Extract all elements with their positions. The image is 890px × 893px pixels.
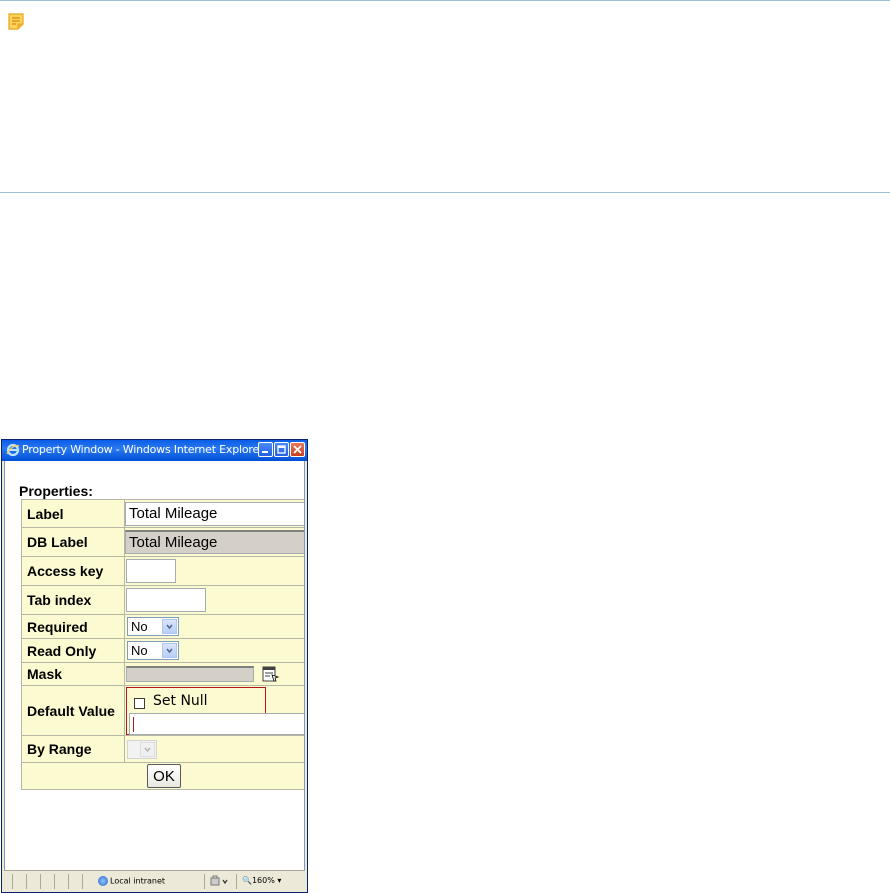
by-range-row-label: By Range: [21, 735, 125, 763]
mask-row-label: Mask: [21, 662, 125, 686]
security-zone: Local intranet: [98, 876, 165, 886]
minimize-button[interactable]: [258, 442, 273, 457]
default-value-input[interactable]: [129, 712, 304, 735]
read-only-cell: No: [124, 638, 304, 663]
tab-index-row-label: Tab index: [21, 585, 125, 615]
status-divider: [82, 874, 83, 889]
access-key-input[interactable]: [126, 559, 176, 583]
ie-logo-icon: [6, 443, 20, 457]
label-cell: [124, 499, 304, 528]
chevron-down-icon: [140, 741, 155, 757]
protected-mode-icon[interactable]: [210, 875, 230, 887]
required-select-value: No: [131, 619, 148, 634]
status-divider: [12, 874, 13, 889]
access-key-cell: [124, 556, 304, 586]
properties-heading: Properties:: [19, 483, 93, 499]
table-row: Access key: [21, 556, 304, 586]
default-value-cell: Set Null: [124, 685, 304, 736]
window-title: Property Window - Windows Internet Explo…: [22, 443, 264, 456]
window-titlebar[interactable]: Property Window - Windows Internet Explo…: [2, 440, 307, 461]
zoom-level: 160%: [251, 876, 275, 885]
ok-button[interactable]: OK: [147, 764, 181, 788]
default-value-row-label: Default Value: [21, 685, 125, 736]
zoom-control[interactable]: 🔍160% ▾: [242, 876, 281, 885]
note-icon: [8, 13, 24, 30]
table-row: Required No: [21, 614, 304, 639]
property-window: Property Window - Windows Internet Explo…: [1, 439, 308, 893]
tab-index-input[interactable]: [126, 588, 206, 612]
maximize-icon: [277, 445, 286, 454]
zoom-icon: 🔍: [242, 876, 252, 885]
table-row: By Range: [21, 735, 304, 763]
status-divider: [236, 874, 237, 889]
tab-index-cell: [124, 585, 304, 615]
close-icon: [293, 445, 302, 454]
db-label-cell: [124, 527, 304, 557]
status-divider: [54, 874, 55, 889]
db-label-row-label: DB Label: [21, 527, 125, 557]
text-caret: [133, 716, 134, 732]
properties-table: Label DB Label Access key Tab index: [21, 499, 304, 790]
read-only-select[interactable]: No: [127, 641, 179, 660]
access-key-row-label: Access key: [21, 556, 125, 586]
status-bar: Local intranet 🔍160% ▾: [4, 870, 305, 892]
required-cell: No: [124, 614, 304, 639]
read-only-select-value: No: [131, 643, 148, 658]
mask-picker-icon[interactable]: [262, 666, 280, 683]
db-label-input: [125, 530, 304, 554]
table-row: Mask: [21, 662, 304, 686]
close-button[interactable]: [290, 442, 305, 457]
chevron-down-icon: [162, 619, 177, 634]
table-row: Tab index: [21, 585, 304, 615]
globe-icon: [98, 876, 108, 886]
minimize-icon: [262, 451, 268, 453]
mask-cell: [124, 662, 304, 686]
status-divider: [26, 874, 27, 889]
required-select[interactable]: No: [127, 617, 179, 636]
status-divider: [68, 874, 69, 889]
by-range-cell: [124, 735, 304, 763]
note-panel: [0, 0, 890, 193]
security-zone-label: Local intranet: [110, 876, 166, 886]
table-row: Read Only No: [21, 638, 304, 663]
set-null-checkbox[interactable]: [134, 697, 145, 709]
status-divider: [40, 874, 41, 889]
read-only-row-label: Read Only: [21, 638, 125, 663]
mask-input: [126, 666, 254, 683]
status-divider: [204, 874, 205, 889]
label-input[interactable]: [125, 501, 304, 526]
label-row-label: Label: [21, 499, 125, 528]
set-null-label: Set Null: [153, 692, 208, 709]
maximize-button[interactable]: [274, 442, 289, 457]
chevron-down-icon: [162, 643, 177, 658]
table-row: Label: [21, 499, 304, 528]
ok-cell: OK: [21, 762, 304, 790]
required-row-label: Required: [21, 614, 125, 639]
window-content: Properties: Label DB Label Access key: [4, 461, 305, 870]
default-value-group: Set Null: [126, 686, 304, 735]
table-row: OK: [21, 762, 304, 790]
by-range-select: [127, 739, 157, 759]
table-row: DB Label: [21, 527, 304, 557]
table-row: Default Value Set Null: [21, 685, 304, 736]
